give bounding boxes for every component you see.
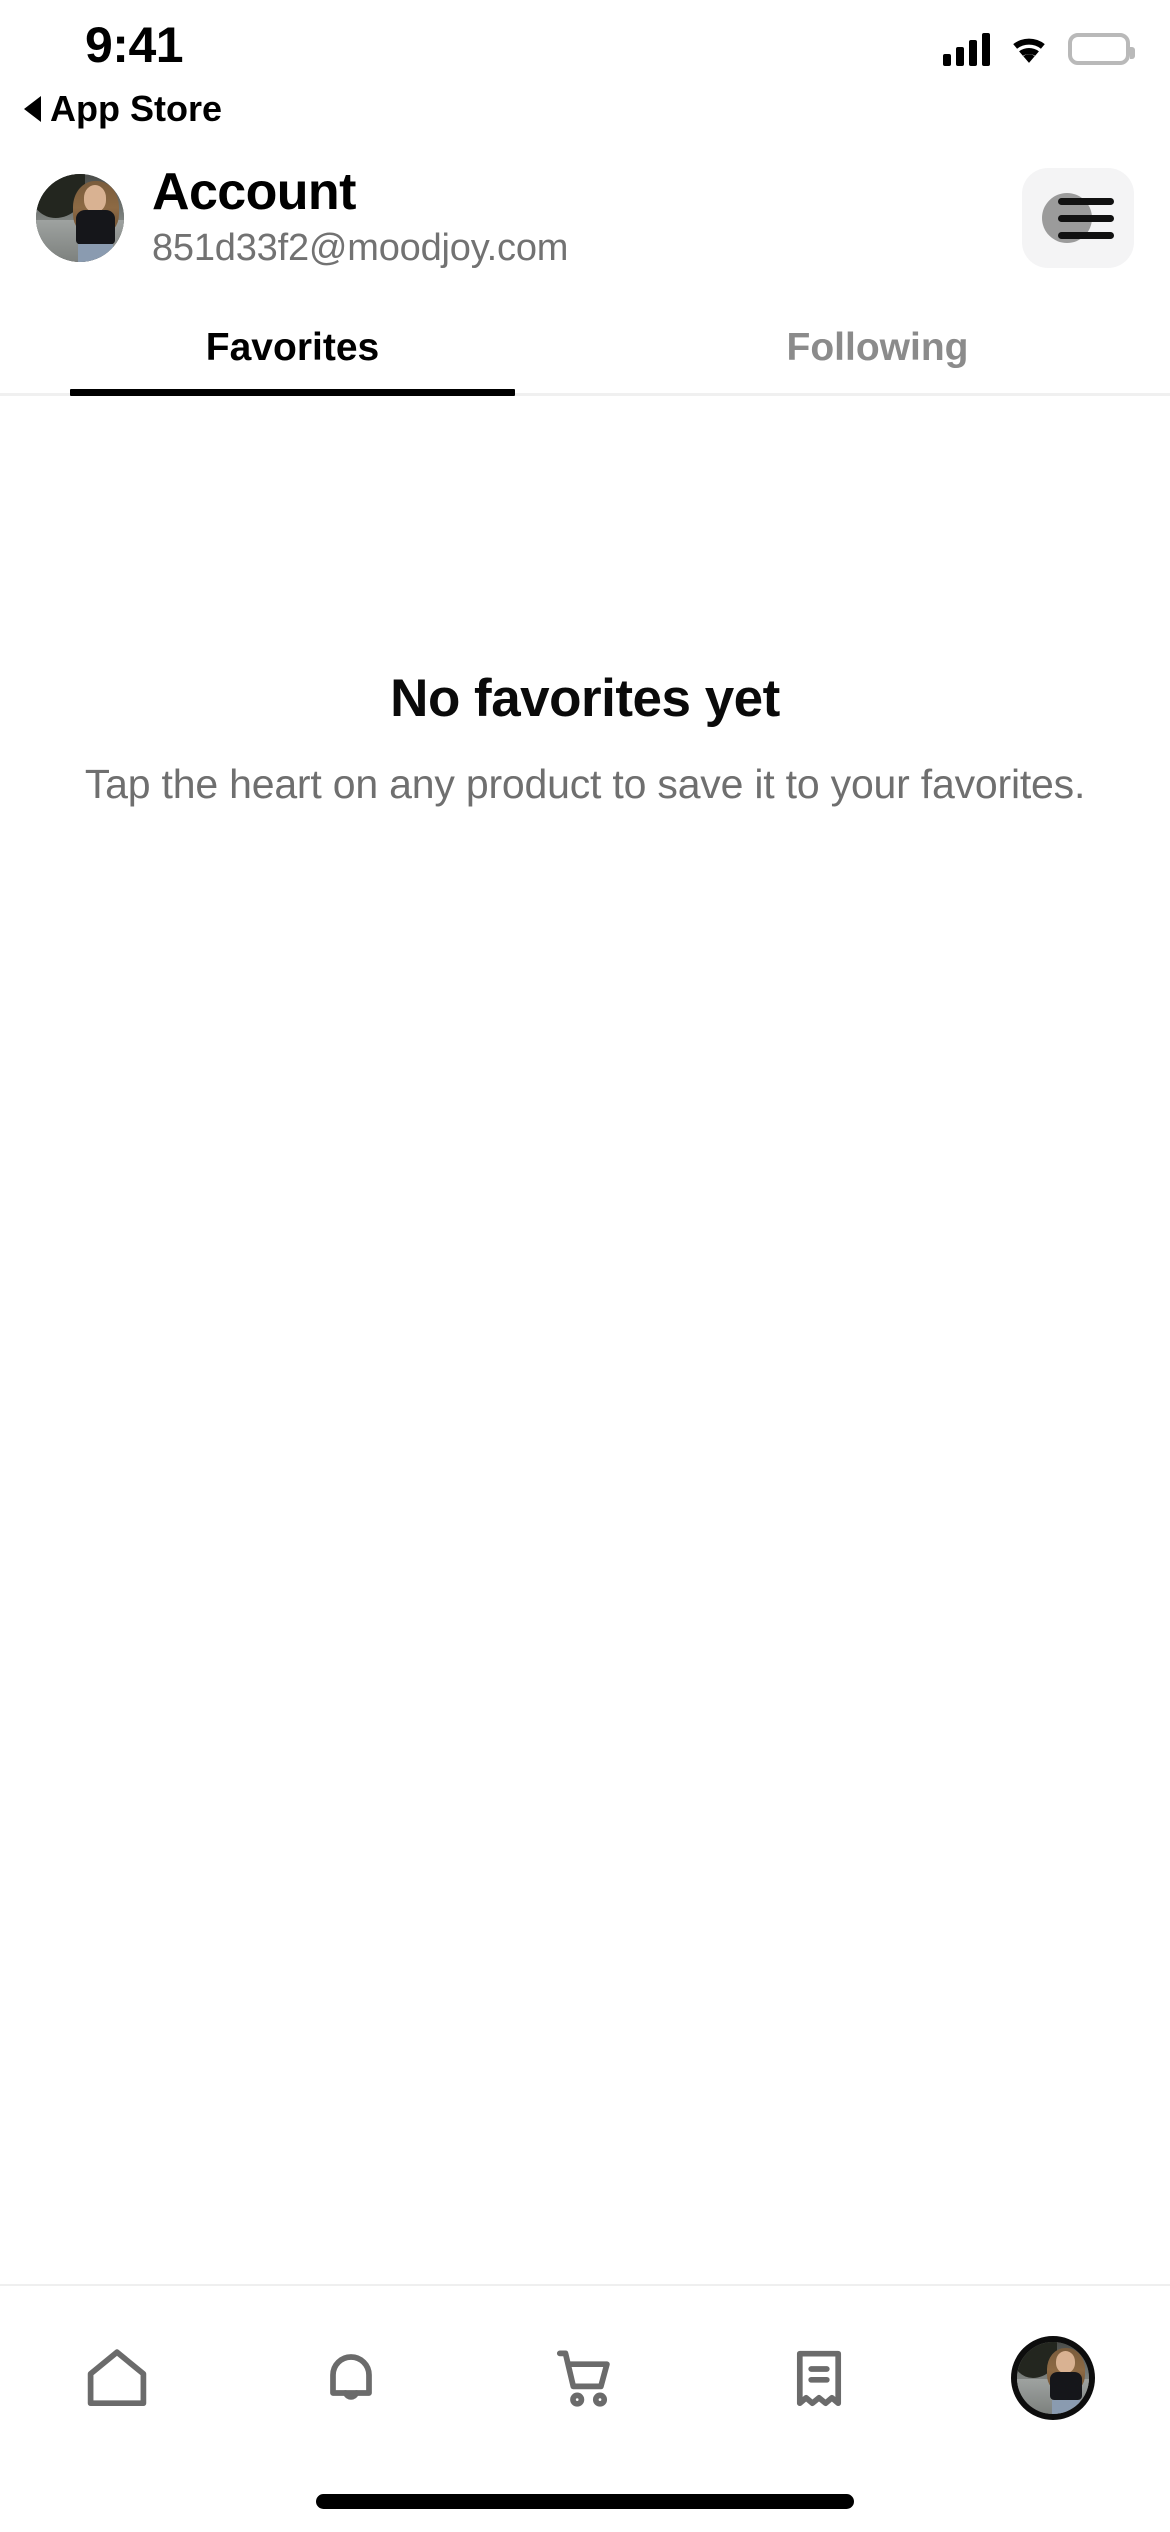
- tab-bar-item-notifications[interactable]: [234, 2286, 468, 2470]
- user-avatar[interactable]: [36, 173, 124, 262]
- segment-tabs: Favorites Following: [0, 308, 1170, 396]
- account-info: Account 851d33f2@moodjoy.com: [152, 164, 1008, 272]
- tab-bar-item-profile[interactable]: [936, 2286, 1170, 2470]
- tab-bar-item-home[interactable]: [0, 2286, 234, 2470]
- back-arrow-icon: [24, 96, 41, 122]
- tab-following-label: Following: [786, 325, 969, 369]
- cellular-signal-icon: [943, 32, 990, 66]
- status-bar-indicators: [943, 32, 1135, 66]
- status-bar-time: 9:41: [85, 17, 184, 73]
- home-indicator-area: [0, 2470, 1170, 2532]
- home-icon: [87, 2349, 147, 2407]
- receipt-icon: [796, 2350, 842, 2407]
- tab-bar-item-cart[interactable]: [468, 2286, 702, 2470]
- account-email: 851d33f2@moodjoy.com: [152, 227, 569, 270]
- wifi-icon: [1013, 38, 1045, 63]
- menu-button[interactable]: [1022, 167, 1134, 268]
- empty-state-title: No favorites yet: [390, 668, 780, 728]
- status-bar: 9:41 App Store: [0, 0, 1170, 129]
- tab-favorites[interactable]: Favorites: [0, 308, 585, 396]
- hamburger-menu-icon: [1042, 191, 1114, 245]
- tab-favorites-label: Favorites: [205, 325, 380, 369]
- tab-following[interactable]: Following: [585, 308, 1170, 396]
- back-link-label: App Store: [50, 88, 223, 129]
- home-indicator[interactable]: [316, 2493, 854, 2509]
- account-header: Account 851d33f2@moodjoy.com: [0, 128, 1170, 272]
- tab-bar-item-orders[interactable]: [702, 2286, 936, 2470]
- avatar-photo: [36, 173, 124, 262]
- profile-avatar: [1011, 2336, 1095, 2420]
- bell-icon: [330, 2354, 372, 2400]
- empty-state-subtitle: Tap the heart on any product to save it …: [84, 760, 1086, 807]
- app-screen: 9:41 App Store Account 851d33f2@moodjoy.…: [0, 0, 1170, 2532]
- profile-avatar-photo: [1017, 2342, 1089, 2414]
- page-title: Account: [152, 163, 356, 221]
- shopping-cart-icon: [556, 2350, 610, 2407]
- main-content: No favorites yet Tap the heart on any pr…: [0, 396, 1170, 2284]
- back-to-app-store-link[interactable]: App Store: [24, 88, 222, 130]
- bottom-tab-bar: [0, 2284, 1170, 2470]
- battery-full-icon: [1068, 33, 1135, 65]
- empty-state: No favorites yet Tap the heart on any pr…: [0, 668, 1170, 811]
